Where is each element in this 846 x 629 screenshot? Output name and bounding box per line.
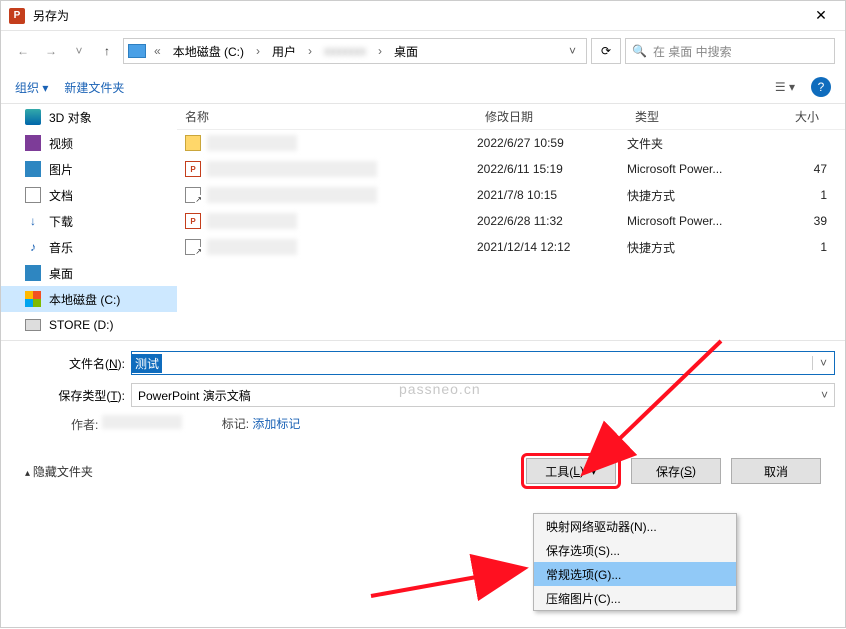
hide-folders-link[interactable]: 隐藏文件夹 xyxy=(25,463,93,480)
filetype-select[interactable]: PowerPoint 演示文稿 ˅ xyxy=(131,383,835,407)
filename-drop-icon[interactable]: ˅ xyxy=(812,356,834,370)
cube-icon xyxy=(25,109,41,125)
main: 3D 对象 视频 图片 文档 ↓下载 ♪音乐 桌面 本地磁盘 (C:) STOR… xyxy=(1,104,845,340)
forward-button[interactable]: → xyxy=(39,39,63,63)
col-size[interactable]: 大小 xyxy=(767,108,827,125)
tag-label: 标记: xyxy=(222,417,249,431)
file-row[interactable]: P 2022/6/11 15:19 Microsoft Power... 47 xyxy=(177,156,845,182)
shortcut-icon xyxy=(185,187,201,203)
close-button[interactable]: ✕ xyxy=(801,1,841,31)
search-placeholder: 在 桌面 中搜索 xyxy=(653,43,732,60)
document-icon xyxy=(25,187,41,203)
author-redacted xyxy=(102,415,182,429)
sidebar-item-music[interactable]: ♪音乐 xyxy=(1,234,177,260)
titlebar-left: P 另存为 xyxy=(9,7,69,24)
tools-button[interactable]: 工具(L) ▾ xyxy=(526,458,616,484)
cancel-button[interactable]: 取消 xyxy=(731,458,821,484)
col-name[interactable]: 名称 xyxy=(177,108,477,125)
add-tag-link[interactable]: 添加标记 xyxy=(252,417,300,431)
search-icon: 🔍 xyxy=(632,44,647,58)
menu-map-drive[interactable]: 映射网络驱动器(N)... xyxy=(534,514,736,538)
menu-compress[interactable]: 压缩图片(C)... xyxy=(534,586,736,610)
ppt-icon: P xyxy=(185,161,201,177)
bottom-form: 文件名(N): 测试 ˅ 保存类型(T): PowerPoint 演示文稿 ˅ … xyxy=(1,340,845,505)
file-name-redacted xyxy=(207,239,297,255)
folder-icon xyxy=(185,135,201,151)
crumb-user[interactable]: 用户 xyxy=(268,43,300,60)
download-icon: ↓ xyxy=(25,213,41,229)
desktop-icon xyxy=(25,265,41,281)
toolbar: 组织 ▾ 新建文件夹 ☰ ▾ ? xyxy=(1,71,845,104)
filename-value: 测试 xyxy=(132,354,162,373)
sidebar-item-3d[interactable]: 3D 对象 xyxy=(1,104,177,130)
file-name-redacted xyxy=(207,161,377,177)
action-row: 隐藏文件夹 工具(L) ▾ 保存(S) 取消 xyxy=(11,433,835,499)
app-icon: P xyxy=(9,8,25,24)
window-title: 另存为 xyxy=(33,7,69,24)
crumb-redacted[interactable]: xxxxxxx xyxy=(320,44,370,58)
file-list: 名称 修改日期 类型 大小 2022/6/27 10:59 文件夹 P 2022… xyxy=(177,104,845,340)
file-row[interactable]: 2021/7/8 10:15 快捷方式 1 xyxy=(177,182,845,208)
recent-button[interactable]: ˅ xyxy=(67,39,91,63)
address-bar[interactable]: « 本地磁盘 (C:) › 用户 › xxxxxxx › 桌面 ˅ xyxy=(123,38,587,64)
address-drop-icon[interactable]: ˅ xyxy=(563,44,582,58)
crumb-drive[interactable]: 本地磁盘 (C:) xyxy=(169,43,248,60)
col-type[interactable]: 类型 xyxy=(627,108,767,125)
sidebar-item-video[interactable]: 视频 xyxy=(1,130,177,156)
sidebar-item-desktop[interactable]: 桌面 xyxy=(1,260,177,286)
file-row[interactable]: P 2022/6/28 11:32 Microsoft Power... 39 xyxy=(177,208,845,234)
save-button[interactable]: 保存(S) xyxy=(631,458,721,484)
picture-icon xyxy=(25,161,41,177)
filetype-label: 保存类型(T): xyxy=(11,387,131,404)
back-button[interactable]: ← xyxy=(11,39,35,63)
crumb-sep: « xyxy=(150,44,165,58)
new-folder-button[interactable]: 新建文件夹 xyxy=(64,79,124,96)
search-input[interactable]: 🔍 在 桌面 中搜索 xyxy=(625,38,835,64)
music-icon: ♪ xyxy=(25,239,41,255)
menu-save-options[interactable]: 保存选项(S)... xyxy=(534,538,736,562)
sidebar-item-documents[interactable]: 文档 xyxy=(1,182,177,208)
tools-highlight: 工具(L) ▾ xyxy=(521,453,621,489)
help-button[interactable]: ? xyxy=(811,77,831,97)
drive-icon xyxy=(128,44,146,58)
organize-button[interactable]: 组织 ▾ xyxy=(15,79,48,96)
crumb-desktop[interactable]: 桌面 xyxy=(390,43,422,60)
sidebar: 3D 对象 视频 图片 文档 ↓下载 ♪音乐 桌面 本地磁盘 (C:) STOR… xyxy=(1,104,177,340)
file-name-redacted xyxy=(207,187,377,203)
filename-field[interactable] xyxy=(162,356,812,370)
windows-icon xyxy=(25,291,41,307)
col-date[interactable]: 修改日期 xyxy=(477,108,627,125)
file-name-redacted xyxy=(207,135,297,151)
chevron-down-icon: ˅ xyxy=(821,388,828,402)
sidebar-item-downloads[interactable]: ↓下载 xyxy=(1,208,177,234)
refresh-button[interactable]: ⟳ xyxy=(591,38,621,64)
menu-general-options[interactable]: 常规选项(G)... xyxy=(534,562,736,586)
shortcut-icon xyxy=(185,239,201,255)
metadata-row: 作者: 标记: 添加标记 xyxy=(11,415,835,433)
sidebar-item-drive-c[interactable]: 本地磁盘 (C:) xyxy=(1,286,177,312)
drive-icon xyxy=(25,319,41,331)
file-name-redacted xyxy=(207,213,297,229)
navbar: ← → ˅ ↑ « 本地磁盘 (C:) › 用户 › xxxxxxx › 桌面 … xyxy=(1,31,845,71)
file-row[interactable]: 2021/12/14 12:12 快捷方式 1 xyxy=(177,234,845,260)
titlebar: P 另存为 ✕ xyxy=(1,1,845,31)
tools-menu: 映射网络驱动器(N)... 保存选项(S)... 常规选项(G)... 压缩图片… xyxy=(533,513,737,611)
ppt-icon: P xyxy=(185,213,201,229)
sidebar-item-drive-d[interactable]: STORE (D:) xyxy=(1,312,177,338)
file-row[interactable]: 2022/6/27 10:59 文件夹 xyxy=(177,130,845,156)
view-button[interactable]: ☰ ▾ xyxy=(775,80,795,94)
up-button[interactable]: ↑ xyxy=(95,39,119,63)
author-label: 作者: xyxy=(71,418,98,432)
video-icon xyxy=(25,135,41,151)
filename-label: 文件名(N): xyxy=(11,355,131,372)
filename-input[interactable]: 测试 ˅ xyxy=(131,351,835,375)
sidebar-item-pictures[interactable]: 图片 xyxy=(1,156,177,182)
column-headers: 名称 修改日期 类型 大小 xyxy=(177,104,845,130)
filetype-value: PowerPoint 演示文稿 xyxy=(138,387,251,404)
